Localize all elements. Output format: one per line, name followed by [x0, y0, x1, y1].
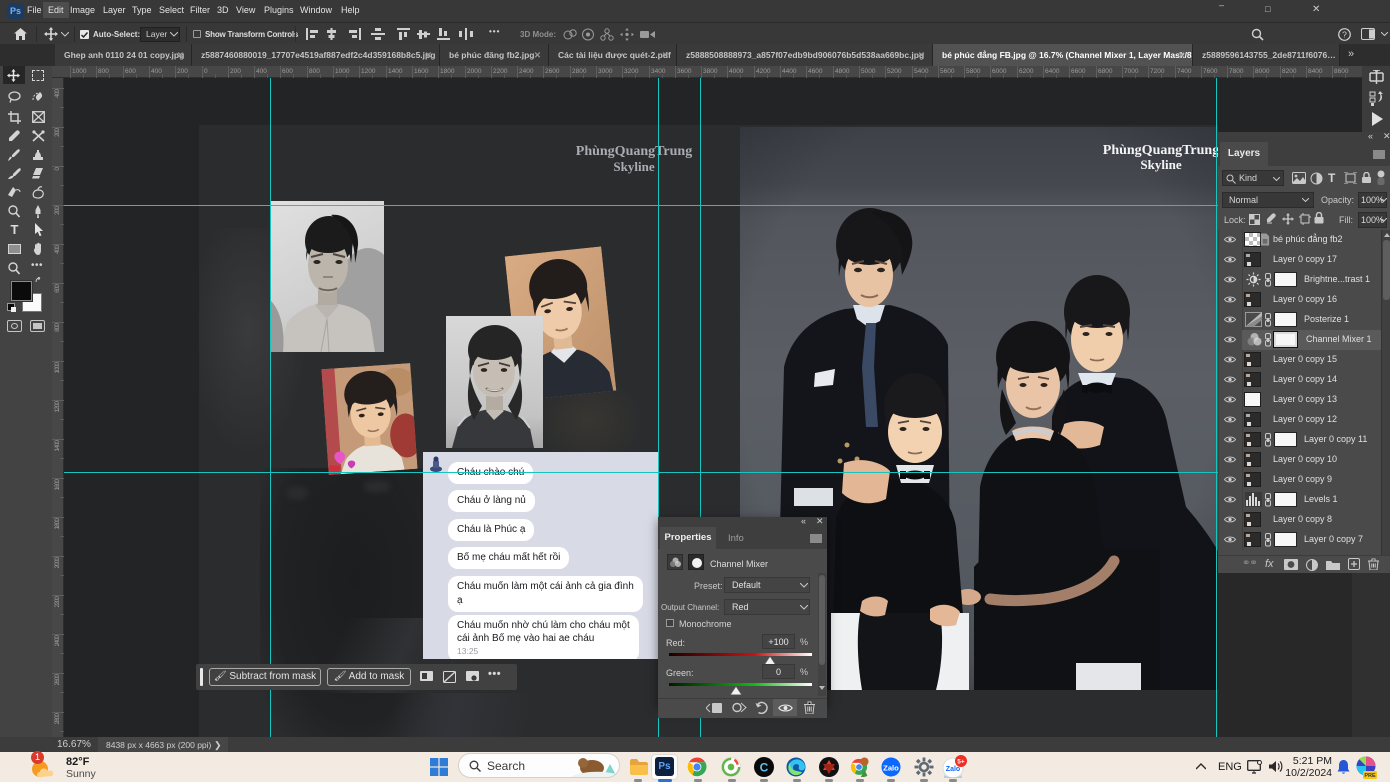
- svg-text:Zalo: Zalo: [883, 763, 899, 772]
- svg-text:Zalo: Zalo: [946, 766, 960, 773]
- svg-text:PhùngQuangTrung: PhùngQuangTrung: [1103, 143, 1218, 158]
- svg-text:?: ?: [1342, 30, 1347, 40]
- svg-text:Skyline: Skyline: [1140, 157, 1181, 172]
- svg-text:C: C: [760, 761, 769, 775]
- svg-text:PRE: PRE: [1364, 773, 1376, 779]
- svg-text:5+: 5+: [957, 759, 965, 766]
